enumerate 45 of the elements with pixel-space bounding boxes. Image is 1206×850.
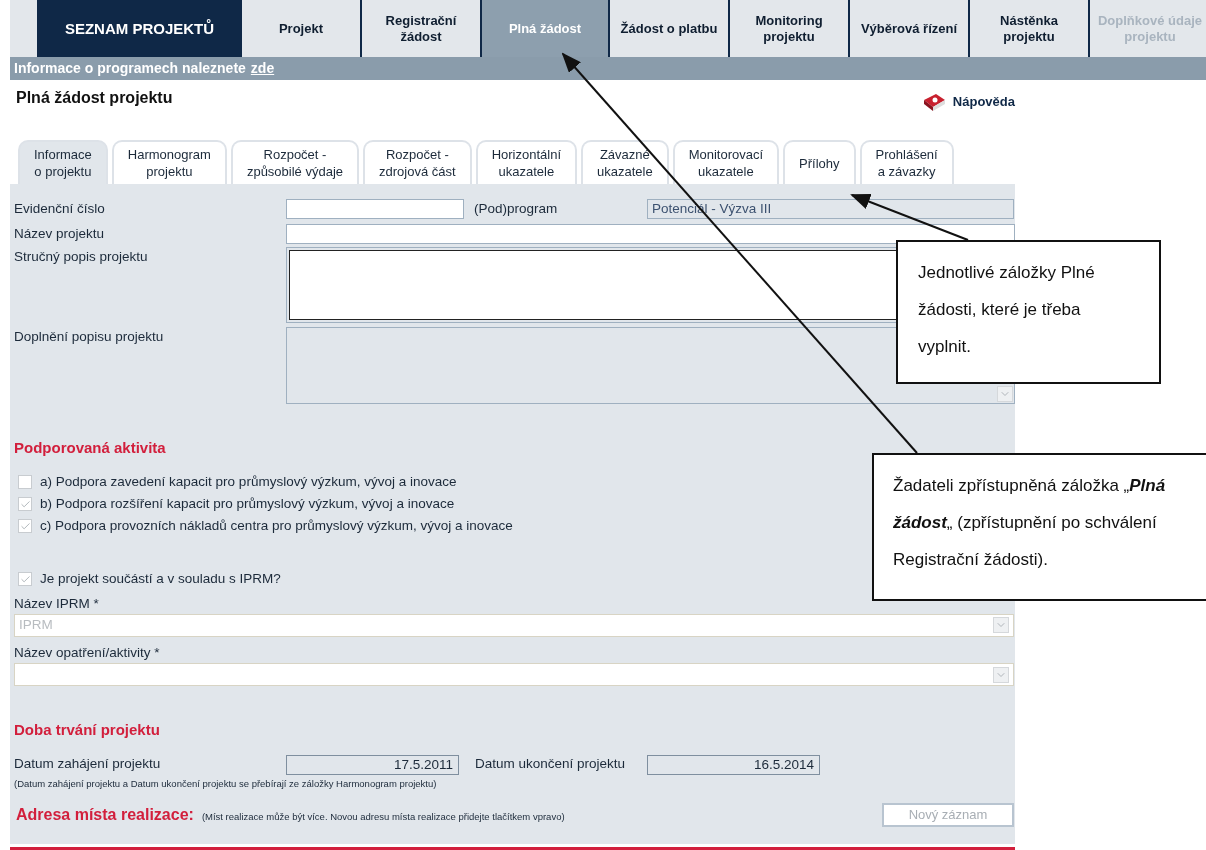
select-field[interactable] [14, 663, 1014, 686]
annotation-tooltip: Žadateli zpřístupněná záložka „Plná žádost„ (zpřístupnění po schválení Registrační žádosti). [872, 453, 1206, 601]
form-tab[interactable]: Přílohy [783, 140, 856, 184]
field-label: Stručný popis projektu [14, 248, 149, 266]
form-tab[interactable]: Závazné ukazatele [581, 140, 669, 184]
check-icon [19, 498, 31, 510]
check-icon [19, 520, 31, 532]
section-heading: Podporovaná aktivita [14, 438, 167, 458]
date-field: 16.5.2014 [647, 754, 820, 775]
checkbox-label: a) Podpora zavedení kapacit pro průmyslový výzkum, vývoj a inovace [40, 472, 457, 491]
form-tab[interactable]: Rozpočet - způsobilé výdaje [230, 140, 360, 184]
date-field: 17.5.2011 [286, 754, 459, 775]
form-tab[interactable]: Harmonogram projektu [111, 140, 227, 184]
note-text: (Datum zahájení projektu a Datum ukončení projektu se přebírají ze záložky Harmonogram projektu) [14, 776, 438, 791]
checkbox[interactable] [18, 497, 32, 511]
field-label: Název opatření/aktivity * [14, 643, 161, 662]
info-text: Informace o programech naleznete [14, 59, 246, 78]
input-field[interactable] [286, 224, 1015, 244]
form-tab[interactable]: Rozpočet - zdrojová část [363, 140, 472, 184]
field-label: (Pod)program [473, 199, 559, 218]
checkbox[interactable] [18, 475, 32, 489]
note-text: (Míst realizace může být více. Novou adresu místa realizace přidejte tlačítkem vpravo) [201, 809, 565, 824]
checkbox-label: b) Podpora rozšíření kapacit pro průmyslový výzkum, vývoj a inovace [40, 494, 455, 513]
checkbox-label: Je projekt součástí a v souladu s IPRM? [40, 569, 281, 588]
help-link[interactable]: Nápověda [920, 92, 1015, 112]
section-heading: Adresa místa realizace: [16, 804, 194, 825]
field-label: Název IPRM * [14, 594, 100, 613]
section-heading: Doba trvání projektu [14, 720, 161, 740]
form-tab[interactable]: Horizontální ukazatele [475, 140, 577, 184]
field-label: Datum zahájení projektu [14, 755, 162, 774]
form-tab[interactable]: Prohlášení a závazky [859, 140, 954, 184]
field-label: Evidenční číslo [14, 199, 106, 218]
form-tab[interactable]: Informace o projektu [18, 140, 108, 184]
checkbox-label: c) Podpora provozních nákladů centra pro průmyslový výzkum, vývoj a inovace [40, 516, 513, 535]
check-icon [19, 573, 31, 585]
checkbox[interactable] [18, 572, 32, 586]
checkbox[interactable] [18, 519, 32, 533]
form-tab[interactable]: Monitorovací ukazatele [672, 140, 780, 184]
annotation-tooltip: Jednotlivé záložky Plné žádosti, které je třeba vyplnit. [896, 240, 1161, 384]
input-field[interactable] [286, 199, 464, 219]
nav-tab[interactable]: SEZNAM PROJEKTŮ [37, 0, 242, 57]
field-label: Název projektu [14, 224, 106, 243]
field-label: Datum ukončení projektu [474, 755, 627, 774]
field-label: Doplnění popisu projektu [14, 328, 165, 346]
page-title: Plná žádost projektu [16, 88, 173, 108]
